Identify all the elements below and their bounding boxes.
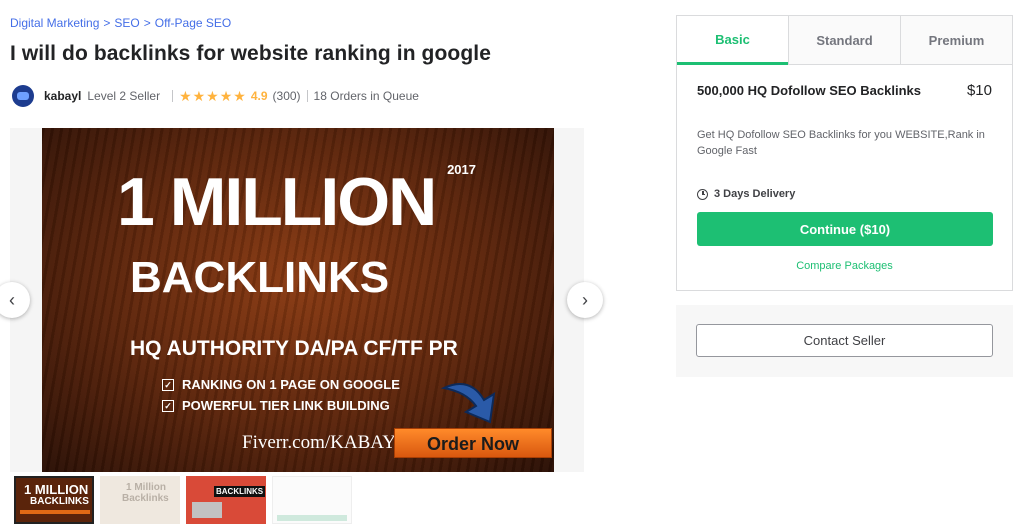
thumbnail-decoration (192, 502, 222, 518)
delivery-label: 3 Days Delivery (714, 188, 796, 200)
rating-score: 4.9 (250, 89, 268, 103)
seller-avatar[interactable] (12, 85, 34, 107)
package-card: Basic Standard Premium 500,000 HQ Dofoll… (676, 15, 1013, 291)
package-name: 500,000 HQ Dofollow SEO Backlinks (697, 83, 921, 98)
breadcrumb-separator: > (143, 16, 151, 30)
breadcrumb-link-off-page-seo[interactable]: Off-Page SEO (155, 16, 231, 30)
hero-subheadline: BACKLINKS (130, 253, 390, 302)
gig-title: I will do backlinks for website ranking … (10, 42, 491, 65)
review-count[interactable]: (300) (273, 89, 301, 103)
package-price: $10 (966, 82, 992, 99)
tab-premium[interactable]: Premium (900, 16, 1012, 64)
hero-bullet-text: POWERFUL TIER LINK BUILDING (182, 398, 390, 413)
chevron-left-icon: ‹ (9, 289, 15, 310)
thumbnail-decoration (20, 510, 90, 514)
thumbnail-text: BACKLINKS (30, 496, 89, 507)
hero-order-now-graphic: Order Now (394, 428, 552, 458)
gallery-thumbnail[interactable]: 1 MILLION BACKLINKS (14, 476, 94, 524)
tab-basic[interactable]: Basic (677, 16, 788, 65)
hero-year: 2017 (447, 162, 476, 177)
orders-in-queue: 18 Orders in Queue (313, 89, 419, 103)
seller-name[interactable]: kabayl (44, 89, 81, 103)
gallery-thumbnail[interactable] (272, 476, 352, 524)
thumbnail-text: Backlinks (122, 493, 169, 504)
package-tabs: Basic Standard Premium (677, 16, 1012, 65)
gallery-thumbnail[interactable]: BACKLINKS (186, 476, 266, 524)
hero-bullet: ✓ POWERFUL TIER LINK BUILDING (162, 398, 390, 413)
compare-packages-link[interactable]: Compare Packages (677, 260, 1012, 272)
thumbnail-decoration (277, 515, 347, 521)
contact-seller-button[interactable]: Contact Seller (696, 324, 993, 357)
continue-button[interactable]: Continue ($10) (697, 212, 993, 246)
breadcrumb-link-seo[interactable]: SEO (114, 16, 139, 30)
hero-bullet-text: RANKING ON 1 PAGE ON GOOGLE (182, 377, 400, 392)
tab-standard[interactable]: Standard (788, 16, 900, 64)
hero-site-url: Fiverr.com/KABAYL (242, 432, 408, 453)
checkbox-icon: ✓ (162, 399, 174, 412)
divider (172, 90, 174, 102)
checkbox-icon: ✓ (162, 378, 174, 391)
hero-authority: HQ AUTHORITY DA/PA CF/TF PR (130, 337, 458, 360)
thumbnail-text: 1 Million (126, 482, 166, 493)
clock-icon (697, 188, 708, 200)
thumbnail-text: 1 MILLION (24, 482, 89, 497)
gallery-next-button[interactable]: › (567, 282, 603, 318)
seller-overview: kabayl Level 2 Seller ★★★★★ 4.9 (300) 18… (12, 85, 419, 107)
seller-level: Level 2 Seller (87, 89, 161, 103)
breadcrumb-link-digital-marketing[interactable]: Digital Marketing (10, 16, 99, 30)
delivery-time: 3 Days Delivery (697, 188, 795, 200)
divider (306, 90, 308, 102)
breadcrumb-separator: > (103, 16, 111, 30)
chevron-right-icon: › (582, 289, 588, 310)
hero-bullet: ✓ RANKING ON 1 PAGE ON GOOGLE (162, 377, 400, 392)
arrow-icon (440, 383, 496, 424)
gig-main-image[interactable]: 2017 1 MILLION BACKLINKS HQ AUTHORITY DA… (42, 128, 554, 472)
gallery-thumbnails: 1 MILLION BACKLINKS 1 Million Backlinks … (14, 476, 352, 524)
package-header: 500,000 HQ Dofollow SEO Backlinks $10 (697, 82, 992, 99)
package-description: Get HQ Dofollow SEO Backlinks for you WE… (697, 129, 985, 157)
star-rating-icon: ★★★★★ (179, 87, 247, 104)
hero-headline: 1 MILLION (117, 164, 437, 240)
thumbnail-text: BACKLINKS (214, 486, 266, 497)
gallery-thumbnail[interactable]: 1 Million Backlinks (100, 476, 180, 524)
breadcrumb: Digital Marketing > SEO > Off-Page SEO (10, 16, 231, 30)
contact-card: Contact Seller (676, 305, 1013, 377)
